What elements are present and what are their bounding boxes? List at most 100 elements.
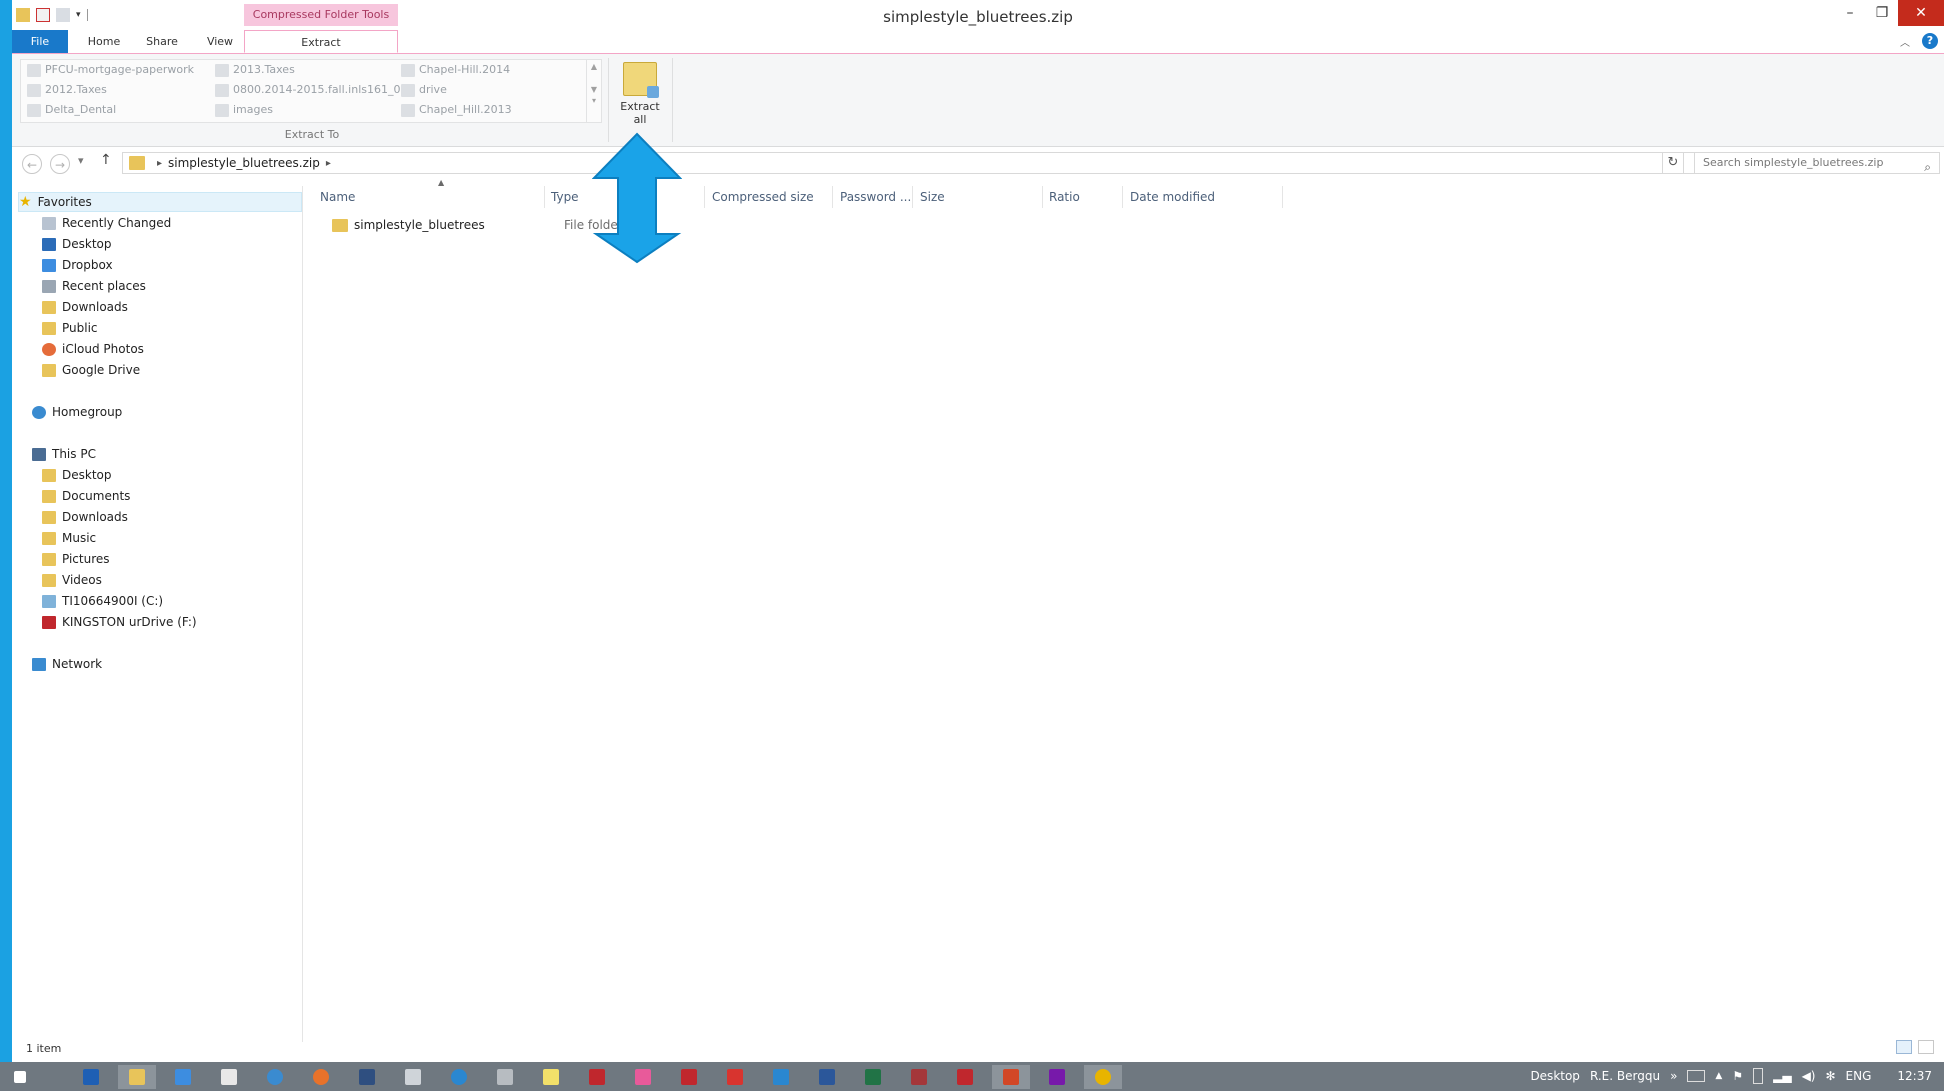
nav-network[interactable]: Network — [32, 654, 102, 674]
column-header-compressed-size[interactable]: Compressed size — [712, 186, 814, 208]
column-header-name[interactable]: Name — [320, 186, 355, 208]
column-separator[interactable] — [832, 186, 833, 208]
restore-button[interactable]: ❐ — [1866, 0, 1898, 26]
powerpoint-taskbar-button[interactable] — [992, 1065, 1030, 1089]
search-icon[interactable]: ⌕ — [1924, 157, 1931, 177]
column-separator[interactable] — [544, 186, 545, 208]
nav-item[interactable]: Recently Changed — [42, 213, 171, 233]
gallery-down-icon[interactable]: ▼ — [587, 85, 601, 94]
extract-to-item[interactable]: PFCU-mortgage-paperwork — [27, 60, 194, 80]
back-button[interactable]: ← — [22, 154, 42, 174]
extract-all-button[interactable]: Extract all — [612, 60, 668, 130]
refresh-button[interactable]: ↻ — [1662, 152, 1684, 174]
access-taskbar-button[interactable] — [900, 1065, 938, 1089]
nav-item[interactable]: Desktop — [42, 234, 112, 254]
column-separator[interactable] — [912, 186, 913, 208]
search-input[interactable]: Search simplestyle_bluetrees.zip ⌕ — [1694, 152, 1940, 174]
column-header-type[interactable]: Type — [551, 186, 579, 208]
app-taskbar-button[interactable] — [624, 1065, 662, 1089]
start-icon[interactable] — [8, 1065, 32, 1089]
help-icon[interactable]: ? — [1922, 33, 1938, 49]
nav-homegroup[interactable]: Homegroup — [32, 402, 122, 422]
minimize-button[interactable]: – — [1834, 0, 1866, 26]
keyboard-icon[interactable] — [1687, 1070, 1706, 1082]
column-header-date-modified[interactable]: Date modified — [1130, 186, 1215, 208]
app-taskbar-button[interactable] — [532, 1065, 570, 1089]
extract-to-item[interactable]: Delta_Dental — [27, 100, 116, 120]
nav-item[interactable]: Recent places — [42, 276, 146, 296]
up-button[interactable]: ↑ — [100, 152, 112, 168]
app-taskbar-button[interactable] — [762, 1065, 800, 1089]
extract-to-item[interactable]: Chapel-Hill.2014 — [401, 60, 510, 80]
app-taskbar-button[interactable] — [440, 1065, 478, 1089]
app-taskbar-button[interactable] — [394, 1065, 432, 1089]
large-icons-view-icon[interactable] — [1918, 1040, 1934, 1054]
app-taskbar-button[interactable] — [486, 1065, 524, 1089]
address-path[interactable]: simplestyle_bluetrees.zip — [168, 156, 320, 170]
nav-item[interactable]: TI10664900I (C:) — [42, 591, 163, 611]
gallery-more-icon[interactable]: ▾ — [587, 96, 601, 105]
nav-item[interactable]: Dropbox — [42, 255, 113, 275]
column-separator[interactable] — [1122, 186, 1123, 208]
pdf-taskbar-button[interactable] — [946, 1065, 984, 1089]
nav-item[interactable]: Desktop — [42, 465, 112, 485]
nav-this-pc[interactable]: This PC — [32, 444, 96, 464]
gallery-scrollbar[interactable]: ▲ ▼ ▾ — [586, 60, 601, 122]
nav-item[interactable]: KINGSTON urDrive (F:) — [42, 612, 197, 632]
nav-item[interactable]: iCloud Photos — [42, 339, 144, 359]
details-view-icon[interactable] — [1896, 1040, 1912, 1054]
extract-to-item[interactable]: 2012.Taxes — [27, 80, 107, 100]
clock[interactable]: 12:37 — [1897, 1069, 1932, 1083]
tab-share[interactable]: Share — [140, 30, 184, 53]
file-row[interactable]: simplestyle_bluetrees File folder — [332, 214, 623, 236]
excel-taskbar-button[interactable] — [854, 1065, 892, 1089]
ie-taskbar-button[interactable] — [256, 1065, 294, 1089]
flag-icon[interactable]: ⚑ — [1732, 1069, 1743, 1083]
extract-to-item[interactable]: images — [215, 100, 273, 120]
forward-button[interactable]: → — [50, 154, 70, 174]
column-header-size[interactable]: Size — [920, 186, 945, 208]
explorer-taskbar-button[interactable] — [118, 1065, 156, 1089]
recent-locations-icon[interactable]: ▾ — [78, 154, 84, 167]
nav-item[interactable]: Google Drive — [42, 360, 140, 380]
firefox-taskbar-button[interactable] — [302, 1065, 340, 1089]
collapse-ribbon-icon[interactable]: ︿ — [1900, 34, 1910, 49]
battery-icon[interactable] — [1753, 1068, 1764, 1084]
gallery-up-icon[interactable]: ▲ — [587, 62, 601, 71]
toolbar-more-icon[interactable]: » — [1670, 1069, 1677, 1083]
language-indicator[interactable]: ENG — [1846, 1069, 1872, 1083]
nav-item[interactable]: Videos — [42, 570, 102, 590]
nav-item[interactable]: Downloads — [42, 297, 128, 317]
volume-icon[interactable]: ◀) — [1802, 1069, 1816, 1083]
word-taskbar-button[interactable] — [808, 1065, 846, 1089]
wifi-icon[interactable]: ▂▄ — [1773, 1069, 1791, 1083]
nav-item[interactable]: Documents — [42, 486, 130, 506]
app-taskbar-button[interactable] — [348, 1065, 386, 1089]
nav-item[interactable]: Public — [42, 318, 98, 338]
network-tray-icon[interactable]: ✻ — [1825, 1069, 1835, 1083]
nav-favorites[interactable]: ★ Favorites — [18, 192, 302, 212]
onenote-taskbar-button[interactable] — [1038, 1065, 1076, 1089]
extract-to-item[interactable]: Chapel_Hill.2013 — [401, 100, 512, 120]
tab-extract[interactable]: Extract — [244, 30, 398, 53]
address-bar[interactable]: ▸ simplestyle_bluetrees.zip ▸ ▾ — [122, 152, 1702, 174]
chrome-taskbar-button[interactable] — [1084, 1065, 1122, 1089]
chevron-right-icon[interactable]: ▸ — [326, 158, 331, 169]
close-button[interactable]: ✕ — [1898, 0, 1944, 26]
column-separator[interactable] — [1042, 186, 1043, 208]
calculator-taskbar-button[interactable] — [210, 1065, 248, 1089]
nav-item[interactable]: Downloads — [42, 507, 128, 527]
extract-to-item[interactable]: 2013.Taxes — [215, 60, 295, 80]
user-toolbar-label[interactable]: R.E. Bergqu — [1590, 1069, 1660, 1083]
extract-to-item[interactable]: drive — [401, 80, 447, 100]
nav-item[interactable]: Pictures — [42, 549, 110, 569]
tab-file[interactable]: File — [12, 30, 68, 53]
nav-item[interactable]: Music — [42, 528, 96, 548]
desktop-toolbar-label[interactable]: Desktop — [1530, 1069, 1580, 1083]
app-taskbar-button[interactable] — [716, 1065, 754, 1089]
show-hidden-icons-icon[interactable]: ▲ — [1715, 1071, 1722, 1081]
app-taskbar-button[interactable] — [578, 1065, 616, 1089]
column-separator[interactable] — [1282, 186, 1283, 208]
tab-home[interactable]: Home — [82, 30, 126, 53]
dropbox-taskbar-button[interactable] — [164, 1065, 202, 1089]
